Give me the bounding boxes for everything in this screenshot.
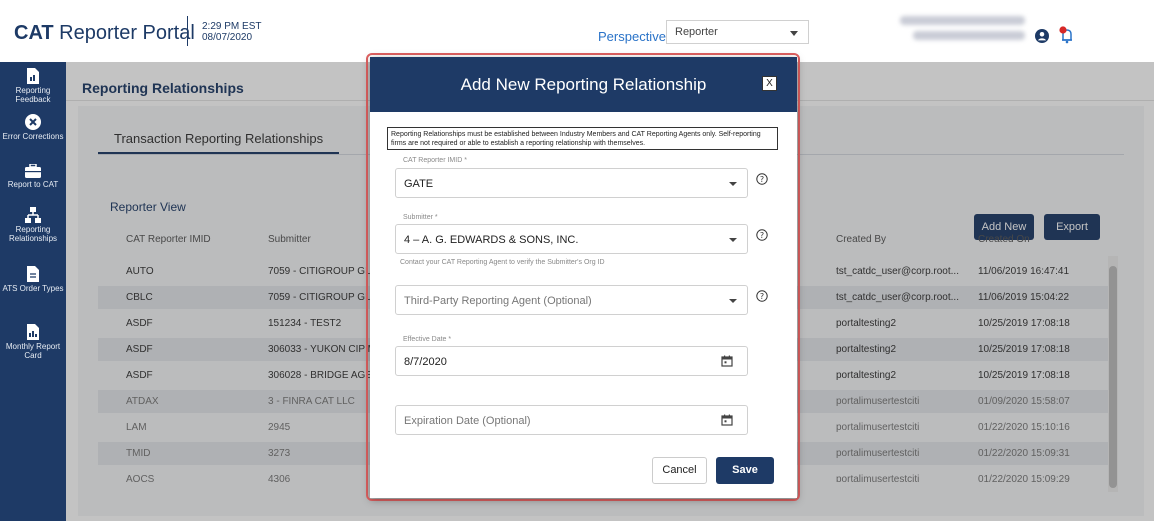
- sidebar-item-monthly-report-card[interactable]: Monthly Report Card: [0, 324, 66, 360]
- chevron-down-icon: [729, 238, 737, 242]
- chevron-down-icon: [790, 31, 798, 36]
- chevron-down-icon: [729, 299, 737, 303]
- help-icon[interactable]: ?: [756, 290, 768, 302]
- imid-value: GATE: [404, 178, 434, 190]
- sidebar-item-reporting-relationships[interactable]: Reporting Relationships: [0, 207, 66, 243]
- brand-suffix: Reporter Portal: [53, 22, 195, 44]
- imid-label: CAT Reporter IMID *: [401, 157, 469, 164]
- imid-select[interactable]: GATE: [395, 168, 748, 198]
- briefcase-icon: [25, 164, 41, 178]
- header-date: 08/07/2020: [202, 32, 253, 43]
- header-time: 2:29 PM EST: [202, 21, 262, 32]
- perspective-label: Perspective: [598, 29, 666, 44]
- help-icon[interactable]: ?: [756, 229, 768, 241]
- brand-prefix: CAT: [14, 22, 54, 44]
- calendar-icon[interactable]: [721, 414, 733, 426]
- bell-icon[interactable]: [1058, 26, 1076, 44]
- report-icon: [27, 68, 39, 84]
- app-brand[interactable]: CAT Reporter Portal: [14, 22, 195, 45]
- svg-text:?: ?: [760, 292, 764, 301]
- submitter-label: Submitter *: [401, 214, 440, 221]
- effective-date-label: Effective Date *: [401, 336, 454, 343]
- help-icon[interactable]: ?: [756, 173, 768, 185]
- modal-header: Add New Reporting Relationship X: [370, 57, 797, 112]
- sidebar-item-error-corrections[interactable]: Error Corrections: [0, 114, 66, 141]
- svg-text:?: ?: [760, 231, 764, 240]
- header-divider: [187, 16, 188, 46]
- submitter-hint: Contact your CAT Reporting Agent to veri…: [400, 259, 605, 266]
- header-datetime: 2:29 PM EST 08/07/2020: [202, 21, 261, 43]
- submitter-select[interactable]: 4 – A. G. EDWARDS & SONS, INC.: [395, 224, 748, 254]
- submitter-value: 4 – A. G. EDWARDS & SONS, INC.: [404, 234, 579, 246]
- sidebar: Reporting Feedback Error Corrections Rep…: [0, 62, 66, 521]
- hierarchy-icon: [25, 207, 41, 223]
- effective-date-value: 8/7/2020: [404, 356, 447, 368]
- svg-text:?: ?: [760, 175, 764, 184]
- user-icon[interactable]: [1035, 29, 1049, 43]
- sidebar-item-label: Monthly Report Card: [5, 342, 61, 360]
- sidebar-item-ats-order-types[interactable]: ATS Order Types: [0, 266, 66, 293]
- third-party-agent-select[interactable]: Third-Party Reporting Agent (Optional): [395, 285, 748, 315]
- page: CAT Reporter Portal 2:29 PM EST 08/07/20…: [0, 0, 1154, 521]
- third-party-placeholder: Third-Party Reporting Agent (Optional): [404, 295, 592, 307]
- error-x-icon: [25, 114, 41, 130]
- close-button[interactable]: X: [762, 76, 777, 91]
- effective-date-field[interactable]: 8/7/2020: [395, 346, 748, 376]
- sidebar-item-reporting-feedback[interactable]: Reporting Feedback: [0, 68, 66, 104]
- save-button[interactable]: Save: [716, 457, 774, 484]
- cancel-button[interactable]: Cancel: [652, 457, 707, 484]
- chevron-down-icon: [729, 182, 737, 186]
- perspective-value: Reporter: [675, 26, 718, 38]
- sidebar-item-label: ATS Order Types: [2, 284, 64, 293]
- sidebar-item-label: Report to CAT: [7, 180, 59, 189]
- redacted-user-info: [900, 16, 1025, 46]
- perspective-select[interactable]: Reporter: [666, 20, 809, 44]
- document-icon: [27, 266, 39, 282]
- sidebar-item-label: Error Corrections: [2, 132, 64, 141]
- chart-document-icon: [27, 324, 39, 340]
- expiration-date-field[interactable]: Expiration Date (Optional): [395, 405, 748, 435]
- calendar-icon[interactable]: [721, 355, 733, 367]
- sidebar-item-report-to-cat[interactable]: Report to CAT: [0, 164, 66, 189]
- add-relationship-modal: Add New Reporting Relationship X Reporti…: [370, 57, 797, 498]
- sidebar-item-label: Reporting Relationships: [8, 225, 58, 243]
- modal-notice: Reporting Relationships must be establis…: [387, 127, 778, 150]
- expiration-date-placeholder: Expiration Date (Optional): [404, 415, 531, 427]
- modal-title: Add New Reporting Relationship: [460, 75, 707, 94]
- sidebar-item-label: Reporting Feedback: [15, 86, 51, 104]
